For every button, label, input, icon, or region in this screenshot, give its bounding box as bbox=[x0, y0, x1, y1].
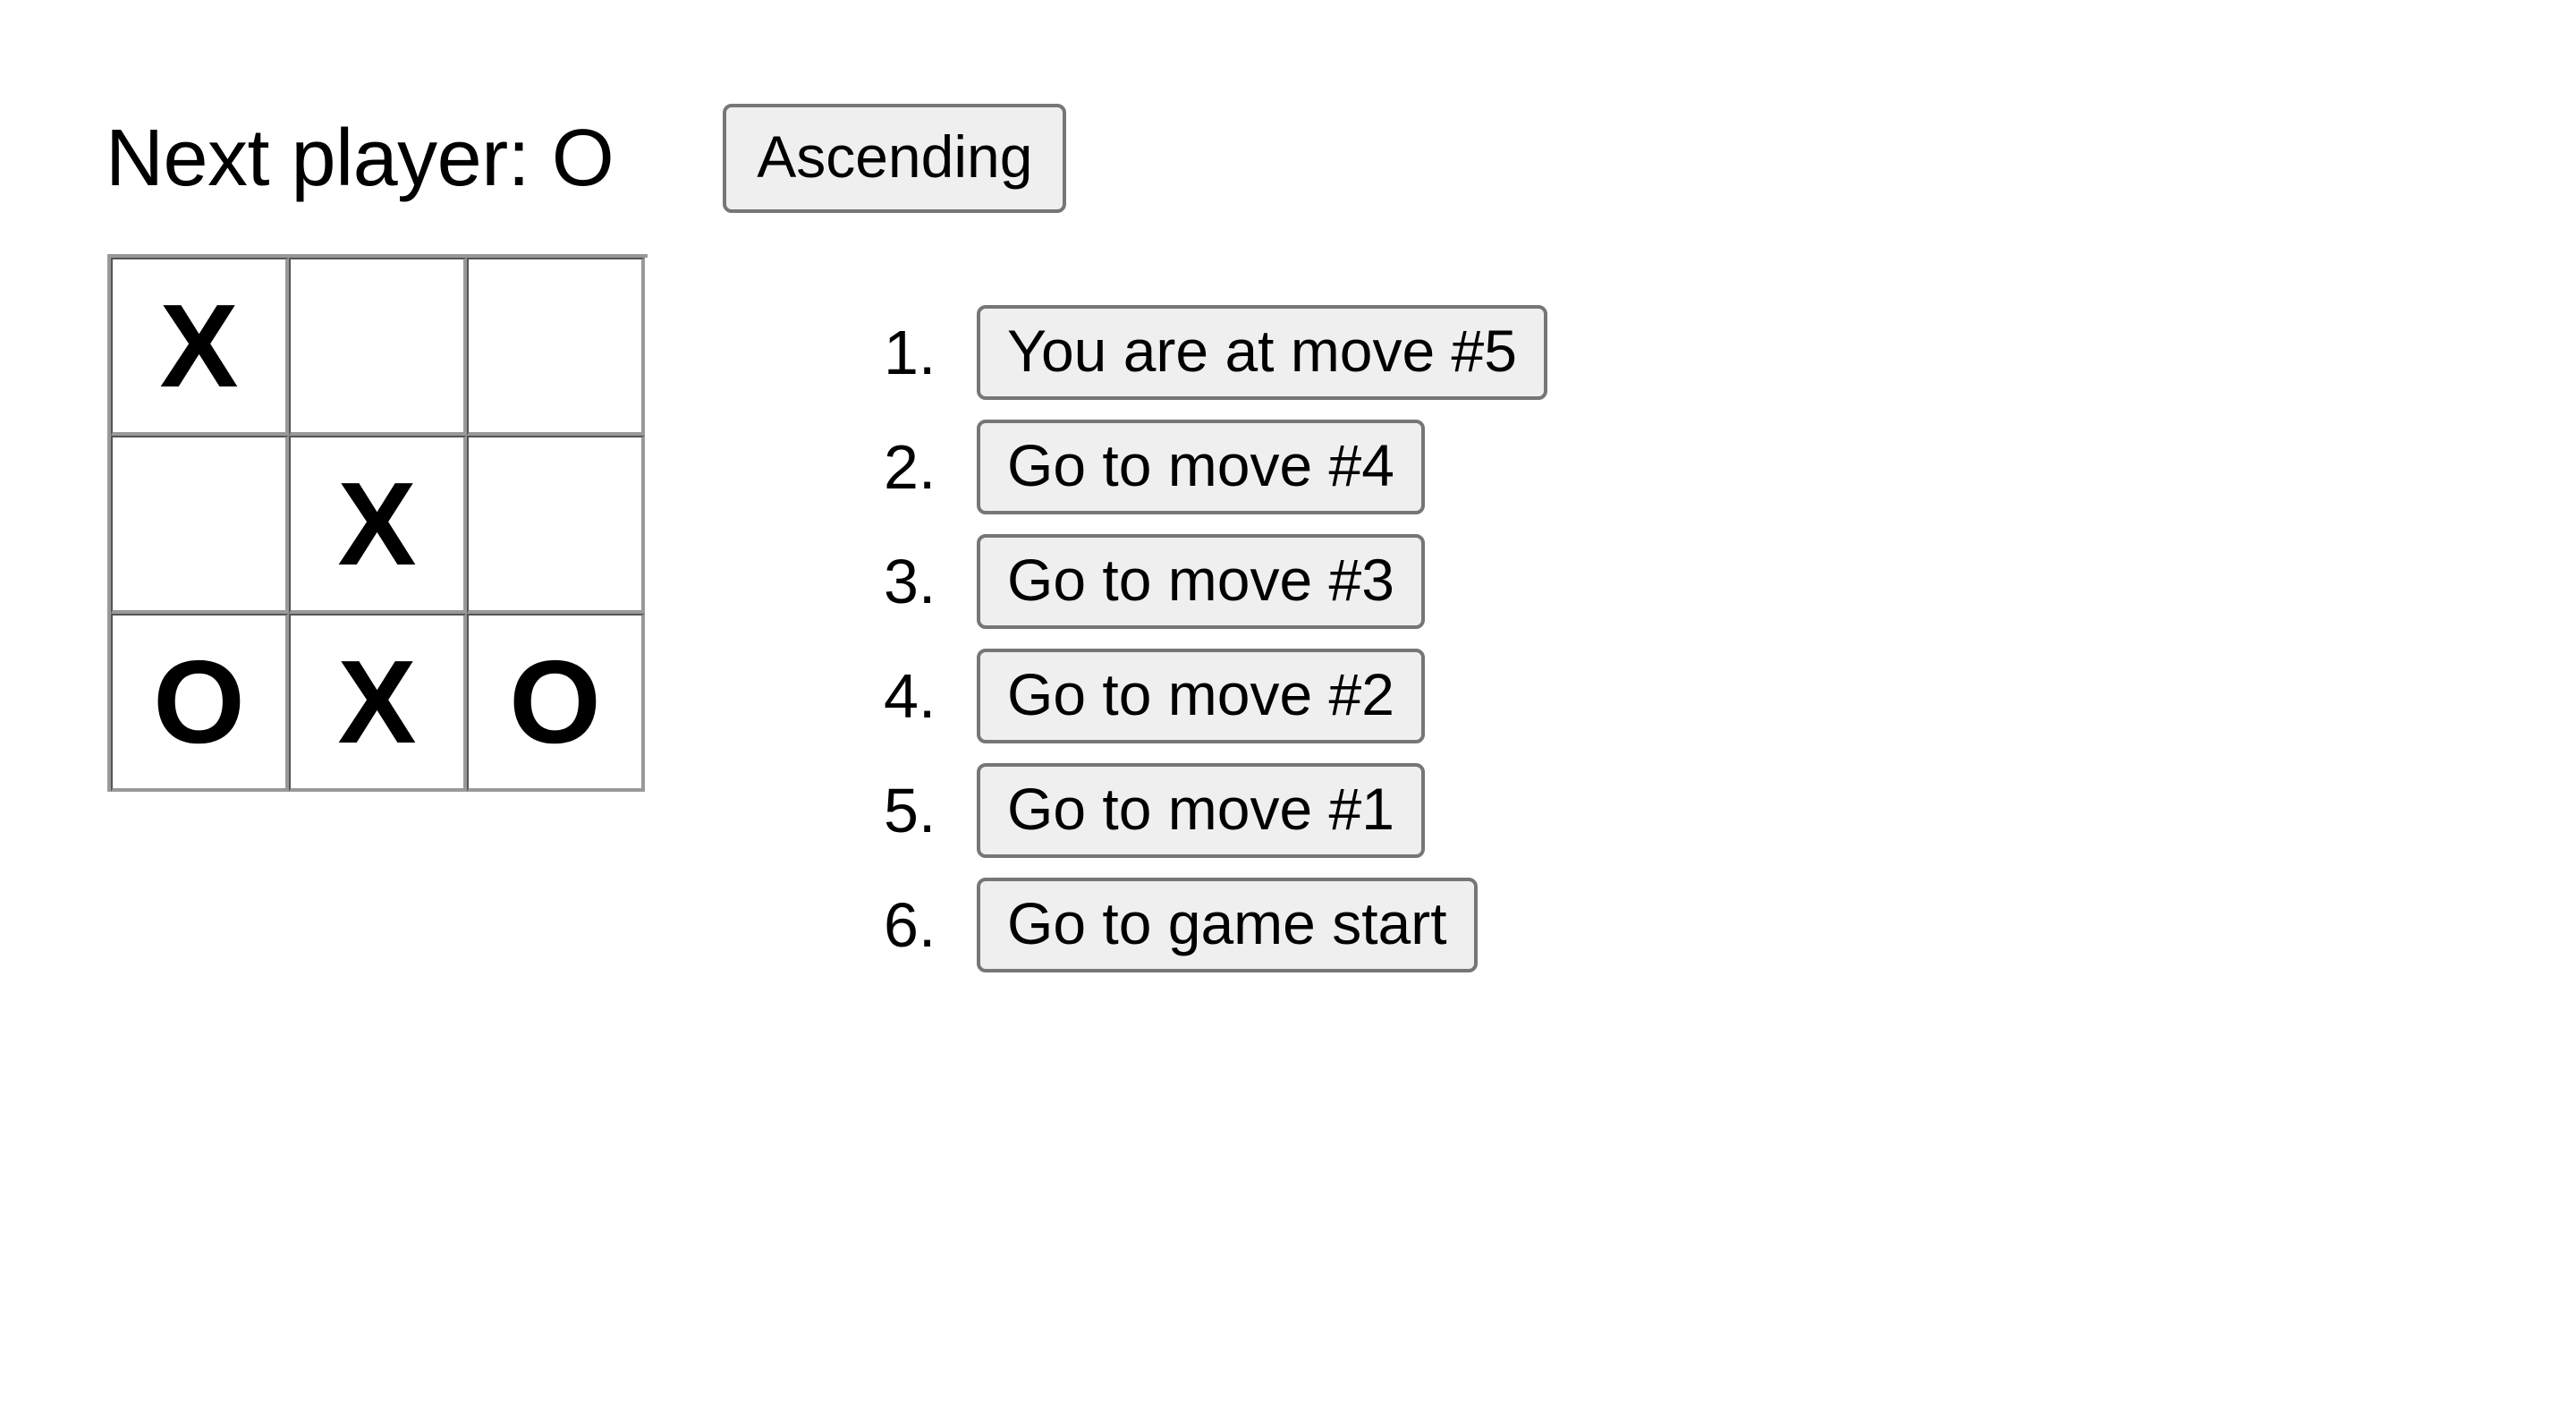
list-item: 4. Go to move #2 bbox=[884, 639, 1547, 753]
move-index: 4. bbox=[884, 661, 936, 731]
move-index: 3. bbox=[884, 547, 936, 616]
move-button-2[interactable]: Go to move #3 bbox=[977, 534, 1425, 629]
game-status: Next player: O bbox=[106, 114, 614, 203]
move-index: 5. bbox=[884, 776, 936, 845]
tic-tac-toe-game: Next player: O Ascending X X O X O 1. Yo… bbox=[0, 0, 2576, 1418]
square-8[interactable]: O bbox=[467, 614, 645, 792]
list-item: 1. You are at move #5 bbox=[884, 295, 1547, 410]
square-0[interactable]: X bbox=[111, 258, 289, 436]
square-6[interactable]: O bbox=[111, 614, 289, 792]
list-item: 2. Go to move #4 bbox=[884, 410, 1547, 524]
move-index: 6. bbox=[884, 890, 936, 960]
board-row: X bbox=[111, 436, 648, 614]
game-board: X X O X O bbox=[107, 254, 648, 792]
move-button-0[interactable]: You are at move #5 bbox=[977, 305, 1547, 400]
square-3[interactable] bbox=[111, 436, 289, 614]
board-row: O X O bbox=[111, 614, 648, 792]
list-item: 6. Go to game start bbox=[884, 868, 1547, 982]
move-button-5[interactable]: Go to game start bbox=[977, 878, 1478, 972]
square-4[interactable]: X bbox=[289, 436, 467, 614]
square-2[interactable] bbox=[467, 258, 645, 436]
move-index: 2. bbox=[884, 432, 936, 502]
square-5[interactable] bbox=[467, 436, 645, 614]
move-index: 1. bbox=[884, 318, 936, 387]
status-row: Next player: O Ascending bbox=[106, 100, 1067, 217]
move-button-3[interactable]: Go to move #2 bbox=[977, 649, 1425, 743]
sort-toggle-button[interactable]: Ascending bbox=[723, 104, 1067, 213]
board-row: X bbox=[111, 258, 648, 436]
list-item: 5. Go to move #1 bbox=[884, 753, 1547, 868]
move-history-list: 1. You are at move #5 2. Go to move #4 3… bbox=[884, 295, 1547, 982]
move-button-4[interactable]: Go to move #1 bbox=[977, 763, 1425, 858]
list-item: 3. Go to move #3 bbox=[884, 524, 1547, 639]
square-7[interactable]: X bbox=[289, 614, 467, 792]
square-1[interactable] bbox=[289, 258, 467, 436]
move-button-1[interactable]: Go to move #4 bbox=[977, 420, 1425, 514]
